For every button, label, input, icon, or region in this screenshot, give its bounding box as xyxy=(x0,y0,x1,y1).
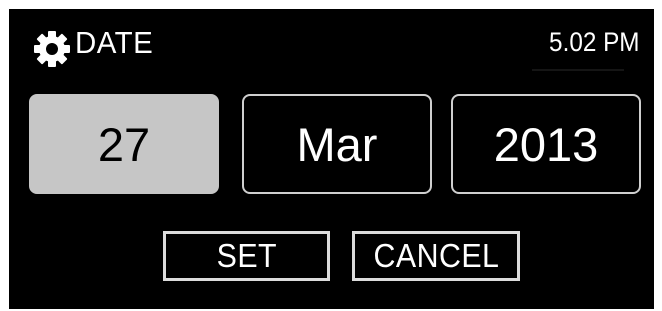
set-button-label: SET xyxy=(216,237,277,274)
cancel-button-label: CANCEL xyxy=(373,237,499,274)
page-title: DATE xyxy=(75,25,154,60)
gear-icon xyxy=(34,31,70,67)
clock-time: 5.02 PM xyxy=(549,27,640,57)
clock-divider xyxy=(532,69,624,71)
date-settings-screen: DATE 5.02 PM 27 Mar 2013 SET CANCEL xyxy=(9,9,654,309)
year-field[interactable]: 2013 xyxy=(451,94,641,194)
day-field[interactable]: 27 xyxy=(29,94,219,194)
cancel-button[interactable]: CANCEL xyxy=(352,231,520,281)
set-button[interactable]: SET xyxy=(163,231,330,281)
month-field[interactable]: Mar xyxy=(242,94,432,194)
